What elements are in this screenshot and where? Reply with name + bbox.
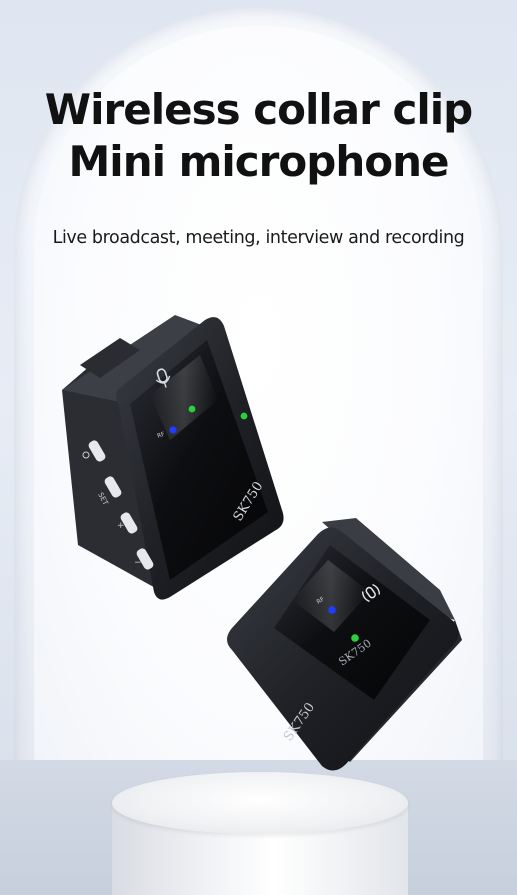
minus-label: − — [134, 558, 142, 568]
receiver-device: RF SK750 SK750 — [227, 518, 462, 771]
transmitter-led-power — [240, 412, 248, 420]
devices-illustration: RF SK750 SET + − RF SK750 SK750 — [62, 315, 462, 771]
plus-label: + — [117, 521, 125, 531]
transmitter-led-status — [188, 405, 196, 413]
transmitter-device: RF SK750 SET + − — [62, 315, 284, 600]
receiver-led-status — [351, 634, 359, 642]
product-scene: Wireless collar clip Mini microphone Liv… — [0, 0, 517, 895]
transmitter-led-rf — [169, 426, 177, 434]
receiver-led-rf — [328, 606, 336, 614]
